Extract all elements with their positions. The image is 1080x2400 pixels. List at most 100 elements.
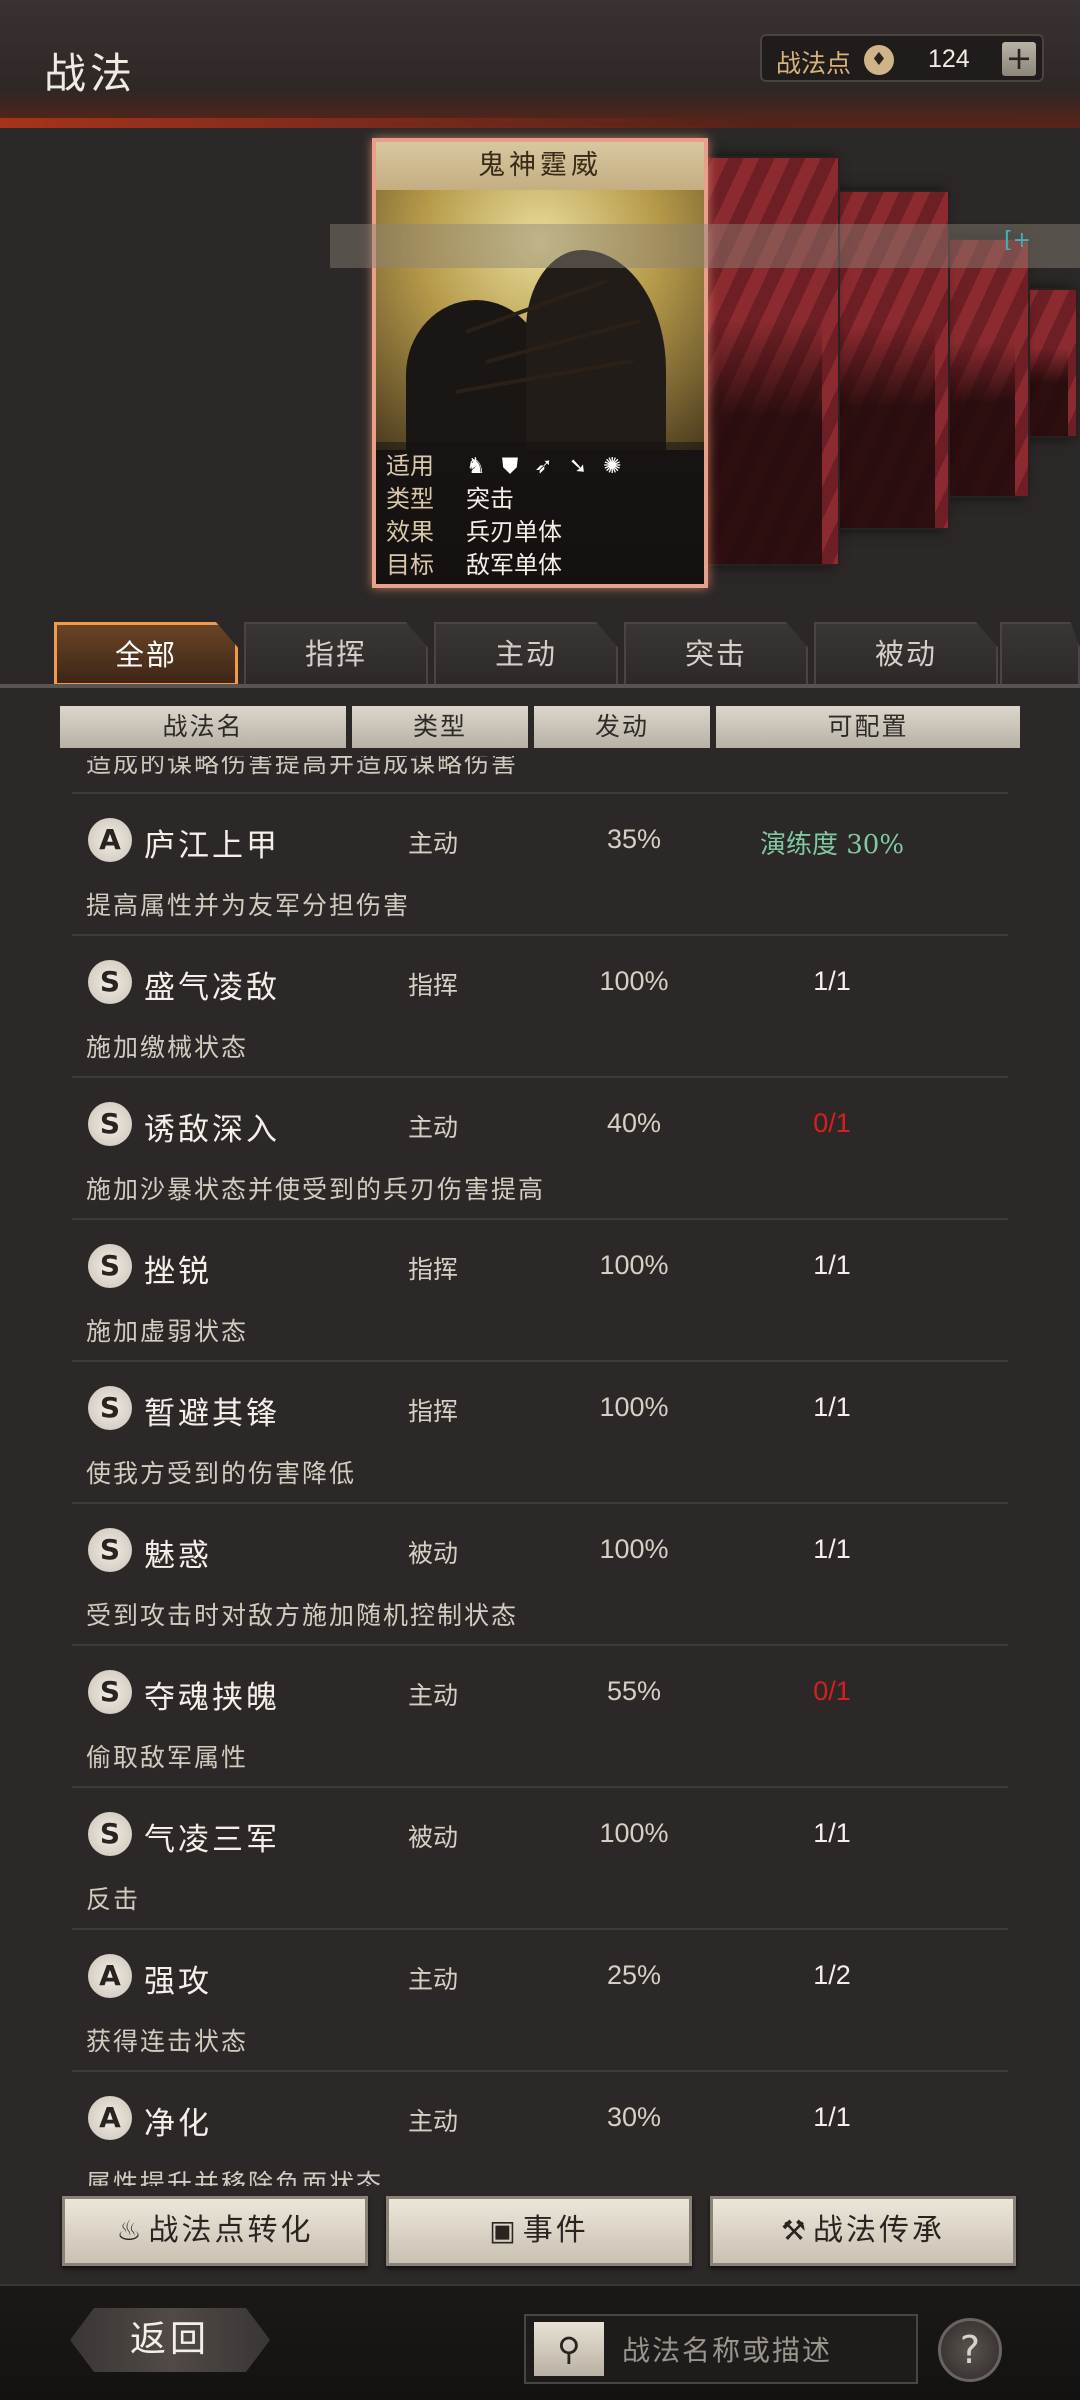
- category-tabs: 全部 指挥 主动 突击 被动: [54, 622, 1080, 688]
- card-title: 鬼神霆威: [376, 142, 704, 190]
- tab-more[interactable]: [1000, 622, 1080, 686]
- inherit-tactic-label: 战法传承: [813, 2213, 946, 2248]
- card-info-panel: 适用 ♞ ⛊ ➶ ➘ ✺ 类型 突击 效果 兵刃单体 目标 敌军单体: [376, 442, 704, 584]
- tactic-description: 施加缴械状态: [86, 1033, 249, 1062]
- grade-badge: A: [88, 2096, 132, 2140]
- tactic-description: 属性提升并移除负面状态: [86, 2169, 384, 2186]
- tactic-type: 主动: [408, 829, 459, 858]
- info-key: 目标: [386, 551, 434, 579]
- tactic-points-value: 124: [928, 45, 970, 73]
- tactic-name: 气凌三军: [144, 1822, 280, 1858]
- tab-all[interactable]: 全部: [54, 622, 238, 686]
- tactic-description: 提高属性并为友军分担伤害: [86, 891, 411, 920]
- info-value: 兵刃单体: [466, 518, 562, 546]
- tactic-points-box: 战法点 ♦ 124 +: [760, 34, 1044, 82]
- info-key: 适用: [386, 452, 434, 480]
- search-icon[interactable]: ⚲: [534, 2322, 604, 2376]
- table-row[interactable]: S 暂避其锋 指挥 100% 1/1 使我方受到的伤害降低: [72, 1360, 1008, 1502]
- inherit-tactic-button[interactable]: ⚒ 战法传承: [710, 2196, 1016, 2266]
- scroll-marker: [+: [1004, 228, 1032, 253]
- column-header-name[interactable]: 战法名: [60, 706, 346, 748]
- card-info-row: 目标 敌军单体: [386, 549, 694, 582]
- tactic-config: 演练度 30%: [759, 830, 905, 860]
- tactic-type: 主动: [408, 2107, 459, 2136]
- tab-assault[interactable]: 突击: [624, 622, 808, 686]
- card-info-row: 类型 突击: [386, 483, 694, 516]
- selected-tactic-card[interactable]: 鬼神霆威 适用 ♞ ⛊ ➶ ➘ ✺ 类型 突击 效果 兵刃单体 目标 敌军单体: [372, 138, 708, 588]
- info-value: 突击: [466, 485, 514, 513]
- grade-badge: S: [88, 960, 132, 1004]
- tactic-list[interactable]: 造成的谋略伤害提高并造成谋略伤害 A 庐江上甲 主动 35% 演练度 30% 提…: [0, 756, 1080, 2186]
- tactic-name: 魅惑: [144, 1538, 212, 1574]
- tactic-rate: 25%: [606, 1960, 662, 1990]
- tactic-type: 被动: [408, 1823, 459, 1852]
- table-row[interactable]: S 诱敌深入 主动 40% 0/1 施加沙暴状态并使受到的兵刃伤害提高: [72, 1076, 1008, 1218]
- tactic-description: 受到攻击时对敌方施加随机控制状态: [86, 1601, 519, 1630]
- tactic-description: 施加沙暴状态并使受到的兵刃伤害提高: [86, 1175, 546, 1204]
- footer-bar: 返回 ⚲ ?: [0, 2284, 1080, 2400]
- tabs-divider: [0, 684, 1080, 688]
- add-points-button[interactable]: +: [1002, 42, 1036, 76]
- tactic-type: 主动: [408, 1113, 459, 1142]
- tactic-name: 挫锐: [144, 1254, 212, 1290]
- events-label: 事件: [522, 2213, 589, 2248]
- tactic-config: 1/2: [813, 1960, 851, 1990]
- header-bar: 战法 战法点 ♦ 124 +: [0, 0, 1080, 128]
- tactic-description: 反击: [86, 1885, 141, 1914]
- column-header-config[interactable]: 可配置: [716, 706, 1020, 748]
- tactic-config: 0/1: [813, 1676, 851, 1706]
- table-row[interactable]: S 盛气凌敌 指挥 100% 1/1 施加缴械状态: [72, 934, 1008, 1076]
- table-row[interactable]: S 魅惑 被动 100% 1/1 受到攻击时对敌方施加随机控制状态: [72, 1502, 1008, 1644]
- tactic-name: 盛气凌敌: [144, 970, 280, 1006]
- tactic-config: 1/1: [813, 1534, 851, 1564]
- page-title: 战法: [44, 49, 137, 98]
- tactic-config: 1/1: [813, 2102, 851, 2132]
- grade-badge: S: [88, 1386, 132, 1430]
- convert-points-label: 战法点转化: [148, 2213, 314, 2248]
- info-key: 类型: [386, 485, 434, 513]
- flame-icon: ♨: [116, 2214, 145, 2247]
- tactic-config: 1/1: [813, 1818, 851, 1848]
- tactic-config: 1/1: [813, 1250, 851, 1280]
- hammer-icon: ⚒: [780, 2214, 810, 2247]
- back-button[interactable]: 返回: [70, 2308, 270, 2372]
- card-carousel[interactable]: 鬼神霆威 适用 ♞ ⛊ ➶ ➘ ✺ 类型 突击 效果 兵刃单体 目标 敌军单体 …: [0, 128, 1080, 598]
- partial-description: 造成的谋略伤害提高并造成谋略伤害: [86, 756, 519, 778]
- table-row[interactable]: A 净化 主动 30% 1/1 属性提升并移除负面状态: [72, 2070, 1008, 2186]
- events-button[interactable]: ▣ 事件: [386, 2196, 692, 2266]
- convert-points-button[interactable]: ♨ 战法点转化: [62, 2196, 368, 2266]
- tactic-type: 主动: [408, 1965, 459, 1994]
- tactic-rate: 100%: [599, 1534, 669, 1564]
- grade-badge: S: [88, 1102, 132, 1146]
- table-row[interactable]: S 夺魂挟魄 主动 55% 0/1 偷取敌军属性: [72, 1644, 1008, 1786]
- info-value: 敌军单体: [466, 551, 562, 579]
- table-row[interactable]: A 强攻 主动 25% 1/2 获得连击状态: [72, 1928, 1008, 2070]
- grade-badge: A: [88, 818, 132, 862]
- table-row[interactable]: S 气凌三军 被动 100% 1/1 反击: [72, 1786, 1008, 1928]
- search-input[interactable]: [622, 2326, 912, 2374]
- grade-badge: S: [88, 1670, 132, 1714]
- tactic-rate: 55%: [606, 1676, 662, 1706]
- card-info-row: 适用 ♞ ⛊ ➶ ➘ ✺: [386, 450, 694, 483]
- tactic-name: 庐江上甲: [144, 828, 280, 864]
- table-row[interactable]: A 庐江上甲 主动 35% 演练度 30% 提高属性并为友军分担伤害: [72, 792, 1008, 934]
- column-header-type[interactable]: 类型: [352, 706, 528, 748]
- tactic-rate: 100%: [599, 1392, 669, 1422]
- help-button[interactable]: ?: [938, 2318, 1002, 2382]
- carousel-highlight-band: [330, 224, 1080, 268]
- tactic-type: 指挥: [408, 971, 459, 1000]
- tactic-coin-icon: ♦: [864, 45, 894, 75]
- tab-command[interactable]: 指挥: [244, 622, 428, 686]
- tab-active[interactable]: 主动: [434, 622, 618, 686]
- tactic-config: 0/1: [813, 1108, 851, 1138]
- tactic-rate: 100%: [599, 1250, 669, 1280]
- info-key: 效果: [386, 518, 434, 546]
- tactic-description: 使我方受到的伤害降低: [86, 1459, 357, 1488]
- table-row[interactable]: S 挫锐 指挥 100% 1/1 施加虚弱状态: [72, 1218, 1008, 1360]
- spear-icon: ➘: [568, 454, 588, 479]
- tactic-name: 夺魂挟魄: [144, 1680, 280, 1716]
- search-box: ⚲: [524, 2314, 918, 2384]
- column-header-rate[interactable]: 发动: [534, 706, 710, 748]
- tab-passive[interactable]: 被动: [814, 622, 998, 686]
- tactic-type: 指挥: [408, 1255, 459, 1284]
